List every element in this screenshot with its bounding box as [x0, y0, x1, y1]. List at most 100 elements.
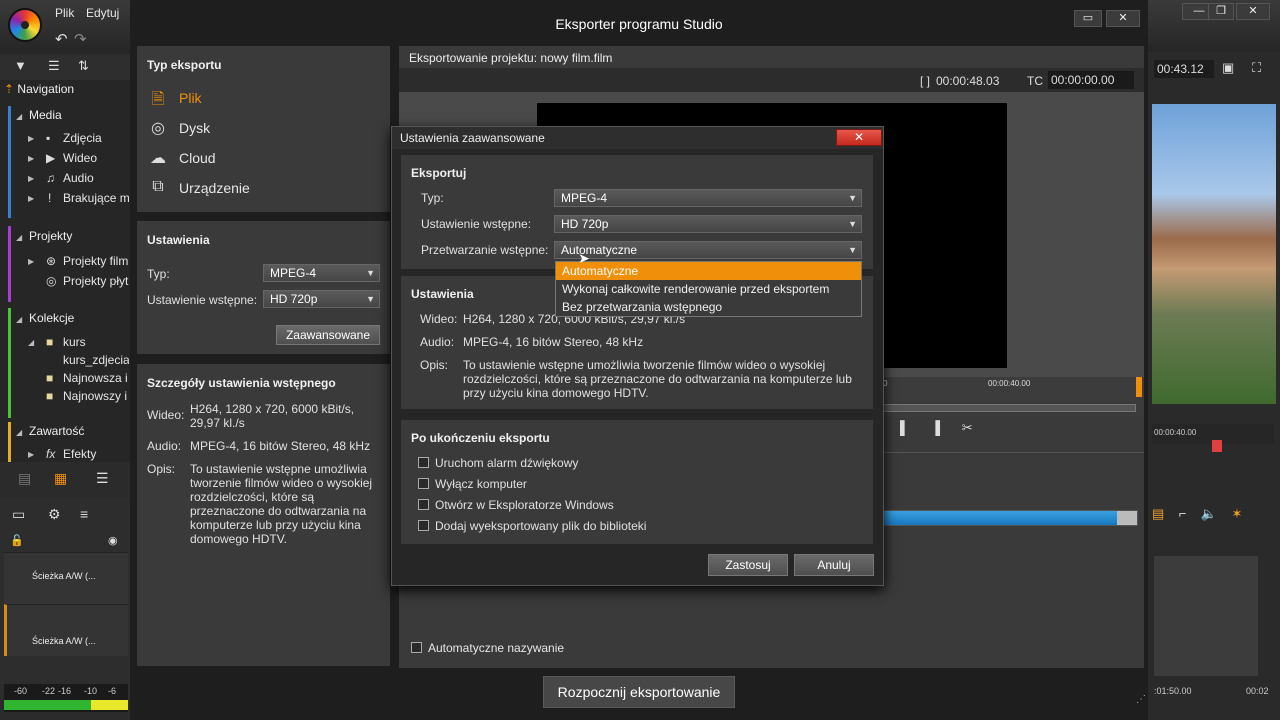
- adv-preset-dropdown[interactable]: HD 720p ▼: [554, 215, 862, 233]
- video-icon: ▶: [46, 151, 56, 165]
- device-icon[interactable]: ⧉: [148, 178, 168, 198]
- tool-icon[interactable]: ⌐: [1179, 506, 1187, 521]
- checkbox-icon[interactable]: [418, 520, 429, 531]
- collapse-icon[interactable]: ◢: [28, 338, 34, 347]
- menu-edytuj[interactable]: Edytuj: [86, 6, 119, 20]
- track-row[interactable]: Ścieżka A/W (...: [4, 552, 128, 604]
- expand-icon[interactable]: ▶: [28, 174, 34, 183]
- export-progress-end: [1117, 511, 1137, 525]
- maximize-icon[interactable]: ▭: [1074, 10, 1102, 27]
- preset-dropdown[interactable]: HD 720p ▼: [263, 290, 380, 308]
- collapse-icon[interactable]: ◢: [16, 428, 22, 437]
- redo-icon[interactable]: ↷: [74, 30, 87, 48]
- eye-icon[interactable]: ◉: [108, 534, 118, 547]
- track-options-icon[interactable]: ≡: [80, 506, 88, 522]
- nav-projekty-film[interactable]: Projekty film: [63, 254, 129, 268]
- preprocess-option[interactable]: Automatyczne: [556, 262, 861, 280]
- clear-marks-icon[interactable]: ✂: [962, 420, 973, 435]
- file-export-icon[interactable]: 🗎: [148, 88, 168, 108]
- preprocess-dropdown[interactable]: Automatyczne ▼: [554, 241, 862, 259]
- apply-button[interactable]: Zastosuj: [708, 554, 788, 576]
- undo-icon[interactable]: ↶: [55, 30, 68, 48]
- nav-media[interactable]: Media: [29, 108, 62, 122]
- list-view-icon[interactable]: ☰: [96, 470, 109, 487]
- nav-kurs[interactable]: kurs: [63, 335, 129, 349]
- collapse-icon[interactable]: ◢: [16, 315, 22, 324]
- timeline-mode-icon[interactable]: ▭: [12, 506, 25, 523]
- export-type-cloud[interactable]: Cloud: [179, 150, 216, 166]
- open-explorer-checkbox[interactable]: Otwórz w Eksploratorze Windows: [418, 498, 614, 512]
- export-type-urzadzenie[interactable]: Urządzenie: [179, 180, 250, 196]
- navigation-header[interactable]: ⇡ Navigation: [4, 82, 130, 100]
- list-view-icon[interactable]: ☰: [48, 58, 60, 74]
- resize-grip-icon[interactable]: ⋰: [1136, 694, 1146, 705]
- add-library-checkbox[interactable]: Dodaj wyeksportowany plik do biblioteki: [418, 519, 646, 533]
- expand-icon[interactable]: ▶: [28, 134, 34, 143]
- nav-projekty-plyt[interactable]: Projekty płyt: [63, 274, 129, 288]
- studio-logo-icon[interactable]: [8, 8, 42, 42]
- grid-view-icon[interactable]: ▦: [54, 470, 67, 487]
- mark-out-icon[interactable]: ▐: [931, 420, 940, 435]
- collapse-icon[interactable]: ◢: [16, 233, 22, 242]
- disc-icon[interactable]: ◎: [148, 118, 168, 138]
- nav-najnowsza[interactable]: Najnowsza i: [63, 371, 129, 385]
- nav-kurs-zdjecia[interactable]: kurs_zdjecia: [63, 353, 129, 367]
- close-icon[interactable]: ✕: [1236, 3, 1270, 20]
- nav-audio[interactable]: Audio: [63, 171, 129, 185]
- nav-wideo[interactable]: Wideo: [63, 151, 129, 165]
- dialog-close-icon[interactable]: ✕: [836, 129, 882, 146]
- expand-icon[interactable]: ▶: [28, 154, 34, 163]
- cloud-icon[interactable]: ☁: [148, 148, 168, 168]
- nav-kolekcje[interactable]: Kolekcje: [29, 311, 74, 325]
- adv-type-dropdown[interactable]: MPEG-4 ▼: [554, 189, 862, 207]
- checkbox-icon[interactable]: [411, 642, 422, 653]
- expand-icon[interactable]: ▶: [28, 450, 34, 459]
- nav-efekty[interactable]: Efekty: [63, 447, 129, 461]
- sort-icon[interactable]: ⇅: [78, 58, 89, 74]
- preprocess-option[interactable]: Bez przetwarzania wstępnego: [556, 298, 861, 316]
- playhead-marker[interactable]: [1212, 440, 1222, 452]
- storyboard-icon[interactable]: ▤: [18, 470, 31, 487]
- type-dropdown[interactable]: MPEG-4 ▼: [263, 264, 380, 282]
- fullscreen-icon[interactable]: ⛶: [1252, 60, 1261, 76]
- nav-zdjecia[interactable]: Zdjęcia: [63, 131, 129, 145]
- settings-gear-icon[interactable]: ⚙: [48, 506, 61, 523]
- right-timecode: 00:43.12: [1154, 60, 1214, 78]
- cancel-button[interactable]: Anuluj: [794, 554, 874, 576]
- tag-filter-icon[interactable]: ▼: [14, 58, 27, 73]
- tool-icon[interactable]: ▤: [1152, 506, 1164, 521]
- auto-naming-checkbox[interactable]: Automatyczne nazywanie: [411, 641, 564, 655]
- preprocess-option[interactable]: Wykonaj całkowite renderowanie przed eks…: [556, 280, 861, 298]
- export-type-header: Typ eksportu: [147, 58, 222, 72]
- nav-zawartosc[interactable]: Zawartość: [29, 424, 84, 438]
- chevron-down-icon: ▼: [366, 294, 375, 304]
- nav-projekty[interactable]: Projekty: [29, 229, 72, 243]
- checkbox-icon[interactable]: [418, 457, 429, 468]
- tc-value[interactable]: 00:00:00.00: [1048, 71, 1134, 89]
- alarm-checkbox[interactable]: Uruchom alarm dźwiękowy: [418, 456, 578, 470]
- checkbox-icon[interactable]: [418, 499, 429, 510]
- export-type-plik[interactable]: Plik: [179, 90, 202, 106]
- speaker-icon[interactable]: 🔈: [1201, 506, 1217, 521]
- start-export-button[interactable]: Rozpocznij eksportowanie: [543, 676, 735, 708]
- scrub-bar[interactable]: [880, 404, 1136, 412]
- timeline-time: 00:02: [1246, 686, 1269, 696]
- magic-wand-icon[interactable]: ✶: [1231, 506, 1242, 521]
- advanced-button[interactable]: Zaawansowane: [276, 325, 380, 345]
- export-type-dysk[interactable]: Dysk: [179, 120, 210, 136]
- track-row[interactable]: Ścieżka A/W (...: [4, 604, 128, 656]
- mark-in-icon[interactable]: ▌: [900, 420, 909, 435]
- menu-plik[interactable]: Plik: [55, 6, 74, 20]
- shutdown-checkbox[interactable]: Wyłącz komputer: [418, 477, 527, 491]
- nav-najnowszy[interactable]: Najnowszy i: [63, 389, 129, 403]
- exporter-close-icon[interactable]: ✕: [1106, 10, 1140, 27]
- lock-icon[interactable]: 🔓: [10, 534, 24, 547]
- expand-icon[interactable]: ▶: [28, 257, 34, 266]
- collapse-icon[interactable]: ◢: [16, 112, 22, 121]
- restore-icon[interactable]: ❐: [1208, 3, 1234, 20]
- expand-icon[interactable]: ▶: [28, 194, 34, 203]
- preview-mode-icon[interactable]: ▣: [1222, 60, 1234, 76]
- checkbox-icon[interactable]: [418, 478, 429, 489]
- scrub-end-marker[interactable]: [1136, 377, 1142, 397]
- nav-brakujace[interactable]: Brakujące m: [63, 191, 129, 205]
